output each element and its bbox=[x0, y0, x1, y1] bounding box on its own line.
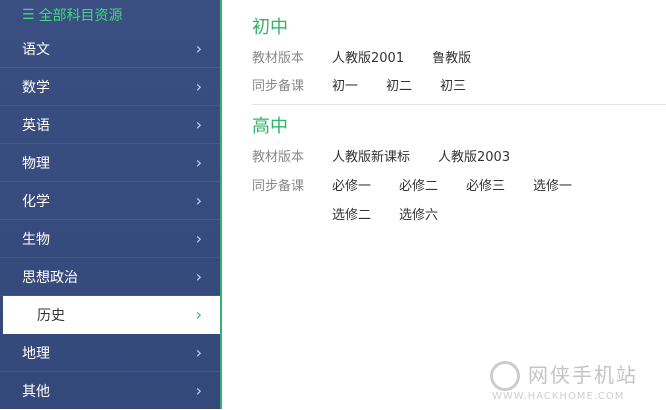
watermark: 网侠手机站 WWW.HACKHOME.COM bbox=[490, 357, 660, 405]
grade-link[interactable]: 初三 bbox=[440, 75, 466, 94]
sidebar-header[interactable]: ☰ 全部科目资源 bbox=[0, 0, 220, 30]
watermark-url: WWW.HACKHOME.COM bbox=[492, 391, 625, 402]
junior-edition-row: 教材版本 人教版2001 鲁教版 bbox=[252, 42, 666, 70]
grade-link[interactable]: 初一 bbox=[332, 75, 358, 94]
divider bbox=[252, 104, 666, 105]
sidebar-item-politics[interactable]: 思想政治 › bbox=[0, 258, 220, 296]
edition-label: 教材版本 bbox=[252, 149, 305, 165]
chevron-right-icon: › bbox=[195, 115, 202, 134]
chevron-right-icon: › bbox=[195, 381, 202, 400]
sidebar-item-label: 其他 bbox=[22, 383, 50, 400]
sidebar-item-label: 地理 bbox=[22, 345, 50, 362]
senior-title: 高中 bbox=[252, 116, 288, 137]
chevron-right-icon: › bbox=[195, 191, 202, 210]
sidebar-header-label: 全部科目资源 bbox=[38, 8, 123, 24]
sync-label: 同步备课 bbox=[252, 78, 305, 94]
sync-label: 同步备课 bbox=[252, 179, 305, 194]
sidebar: ☰ 全部科目资源 语文 › 数学 › 英语 › 物理 › 化学 › 生物 › 思想政治 › 历… bbox=[0, 0, 222, 410]
sidebar-item-label: 英语 bbox=[22, 117, 50, 134]
sidebar-item-history[interactable]: 历史 › bbox=[3, 296, 220, 334]
sidebar-item-label: 物理 bbox=[22, 155, 50, 172]
senior-edition-row: 教材版本 人教版新课标 人教版2003 bbox=[252, 141, 666, 169]
sidebar-item-label: 化学 bbox=[22, 193, 50, 210]
sidebar-item-label: 数学 bbox=[22, 79, 50, 96]
chevron-right-icon: › bbox=[195, 39, 202, 58]
sidebar-item-geography[interactable]: 地理 › bbox=[0, 334, 220, 372]
sidebar-item-math[interactable]: 数学 › bbox=[0, 68, 220, 106]
module-link[interactable]: 选修一 bbox=[533, 175, 572, 194]
sidebar-item-label: 语文 bbox=[22, 41, 50, 58]
sidebar-item-biology[interactable]: 生物 › bbox=[0, 220, 220, 258]
chevron-right-icon: › bbox=[195, 305, 202, 324]
sidebar-item-chemistry[interactable]: 化学 › bbox=[0, 182, 220, 220]
chevron-right-icon: › bbox=[195, 267, 202, 286]
module-link[interactable]: 选修二 bbox=[332, 204, 371, 223]
watermark-logo-icon bbox=[490, 361, 520, 391]
list-icon: ☰ bbox=[22, 7, 35, 23]
main-panel: 初中 教材版本 人教版2001 鲁教版 同步备课 初一 初二 初三 高中 教材版… bbox=[252, 0, 666, 409]
edition-link[interactable]: 人教版2001 bbox=[332, 47, 404, 66]
edition-label: 教材版本 bbox=[252, 50, 305, 66]
sidebar-item-chinese[interactable]: 语文 › bbox=[0, 30, 220, 68]
chevron-right-icon: › bbox=[195, 153, 202, 172]
junior-sync-row: 同步备课 初一 初二 初三 bbox=[252, 70, 666, 98]
sidebar-item-label: 历史 bbox=[37, 307, 65, 324]
watermark-text: 网侠手机站 bbox=[528, 363, 638, 387]
edition-link[interactable]: 人教版新课标 bbox=[332, 146, 410, 165]
chevron-right-icon: › bbox=[195, 77, 202, 96]
module-link[interactable]: 选修六 bbox=[399, 204, 438, 223]
grade-link[interactable]: 初二 bbox=[386, 75, 412, 94]
module-link[interactable]: 必修二 bbox=[399, 175, 438, 194]
sidebar-item-label: 生物 bbox=[22, 231, 50, 248]
sidebar-item-other[interactable]: 其他 › bbox=[0, 372, 220, 410]
sidebar-item-english[interactable]: 英语 › bbox=[0, 106, 220, 144]
edition-link[interactable]: 人教版2003 bbox=[438, 146, 510, 165]
module-link[interactable]: 必修三 bbox=[466, 175, 505, 194]
sidebar-item-physics[interactable]: 物理 › bbox=[0, 144, 220, 182]
edition-link[interactable]: 鲁教版 bbox=[432, 47, 471, 66]
sidebar-item-label: 思想政治 bbox=[22, 269, 78, 286]
module-link[interactable]: 必修一 bbox=[332, 175, 371, 194]
chevron-right-icon: › bbox=[195, 229, 202, 248]
junior-title: 初中 bbox=[252, 17, 288, 38]
chevron-right-icon: › bbox=[195, 343, 202, 362]
senior-sync-row: 同步备课 必修一 必修二 必修三 选修一 选修二 选修六 bbox=[252, 169, 666, 223]
